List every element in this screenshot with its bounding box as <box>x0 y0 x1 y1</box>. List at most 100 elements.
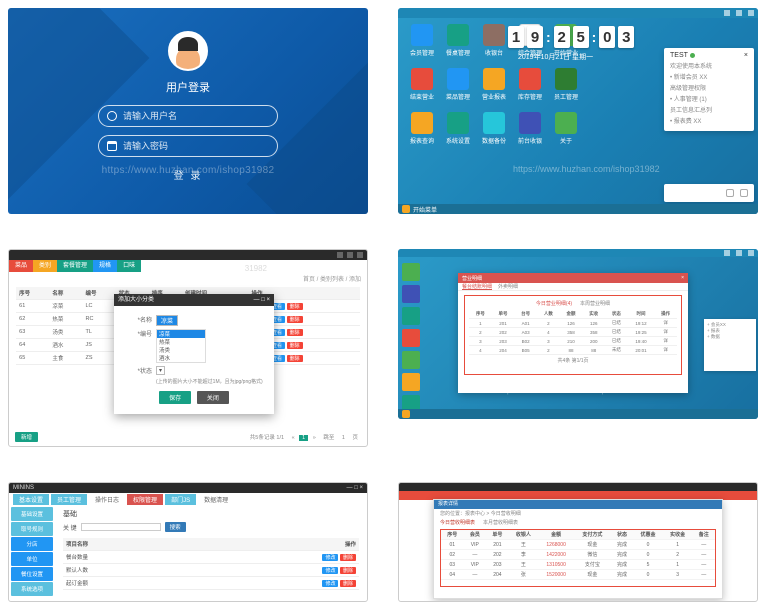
pager-next[interactable]: » <box>310 435 319 441</box>
username-input[interactable]: 请输入用户名 <box>98 105 278 127</box>
search-input[interactable] <box>81 523 161 531</box>
max-icon[interactable] <box>736 10 742 16</box>
list-option[interactable]: 热菜 <box>157 338 205 346</box>
delete-button[interactable]: 删除 <box>340 580 356 587</box>
app-icon <box>447 24 469 46</box>
notification-popup: TEST× 欢迎使用本系统 • 新增会员 XX 高级管理权限• 人事管理 (1)… <box>664 48 754 131</box>
mtab-0[interactable]: 今日营收明细表 <box>440 519 475 526</box>
sidebar-tile[interactable] <box>402 329 420 347</box>
tab-1[interactable]: 外卖明细 <box>498 283 518 290</box>
rtab-0[interactable]: 今日营业明细(4) <box>536 300 572 307</box>
app-tile[interactable]: 系统设置 <box>442 112 474 152</box>
add-button[interactable]: 新增 <box>15 432 38 442</box>
nav-item[interactable]: 员工管理 <box>51 494 87 505</box>
top-tab[interactable]: 菜品 <box>9 260 33 272</box>
cancel-button[interactable]: 关闭 <box>197 391 229 404</box>
top-tab[interactable]: 类别 <box>33 260 57 272</box>
popup-close-icon[interactable]: × <box>744 52 748 59</box>
nav-item[interactable]: 操作日志 <box>89 494 125 505</box>
sidebar-tile[interactable] <box>402 307 420 325</box>
app-tile[interactable]: 营业报表 <box>478 68 510 108</box>
side-item[interactable]: 系统选项 <box>11 582 53 596</box>
close-icon[interactable] <box>748 10 754 16</box>
list-option[interactable]: 酒水 <box>157 354 205 362</box>
tray-search-icon[interactable] <box>726 189 734 197</box>
side-item[interactable]: 分店 <box>11 537 53 551</box>
popup-item[interactable]: • 人事管理 (1) <box>670 94 748 103</box>
row-op[interactable]: 删除 <box>287 316 303 323</box>
side-item[interactable]: 基础设置 <box>11 507 53 521</box>
taskbar: 开始菜单 <box>398 204 758 214</box>
window-titlebar <box>398 8 758 18</box>
popup-item[interactable]: • 报表费 XX <box>670 116 748 125</box>
password-input[interactable]: 请输入密码 <box>98 135 278 157</box>
start-button[interactable] <box>402 205 410 213</box>
delete-button[interactable]: 删除 <box>340 554 356 561</box>
app-tile[interactable]: 报表查询 <box>406 112 438 152</box>
code-listbox[interactable]: 凉菜热菜汤类酒水 <box>156 329 206 363</box>
popup-title: TEST <box>670 52 688 59</box>
app-tile[interactable]: 会员管理 <box>406 24 438 64</box>
popup-item[interactable]: 高级管理权限 <box>670 83 748 92</box>
list-option[interactable]: 汤类 <box>157 346 205 354</box>
rtab-1[interactable]: 本周营业明细 <box>580 300 610 307</box>
start-button[interactable] <box>402 410 410 418</box>
sidebar-tile[interactable] <box>402 285 420 303</box>
avatar <box>168 31 208 71</box>
app-tile[interactable]: 收银台 <box>478 24 510 64</box>
row-op[interactable]: 删除 <box>287 303 303 310</box>
sidebar-tile[interactable] <box>402 263 420 281</box>
edit-button[interactable]: 修改 <box>322 554 338 561</box>
app-tile[interactable]: 前台收银 <box>514 112 546 152</box>
edit-button[interactable]: 修改 <box>322 580 338 587</box>
nav-item[interactable]: 权限管理 <box>127 494 163 505</box>
app-tile[interactable]: 菜品管理 <box>442 68 474 108</box>
app-tile[interactable]: 数据备份 <box>478 112 510 152</box>
top-tab[interactable]: 规格 <box>93 260 117 272</box>
dialog-close-icon[interactable]: — □ × <box>254 294 270 306</box>
row-op[interactable]: 删除 <box>287 355 303 362</box>
dialog-title: 添加大小分类 <box>118 294 154 306</box>
tray-refresh-icon[interactable] <box>740 189 748 197</box>
side-nav: 基础设置取号规则分店单位餐位设置系统选项 <box>9 505 55 601</box>
search-button[interactable]: 搜索 <box>165 522 186 532</box>
popup-item[interactable]: 员工信息汇总列 <box>670 105 748 114</box>
min-icon[interactable] <box>724 10 730 16</box>
pager-prev[interactable]: « <box>289 435 298 441</box>
list-option[interactable]: 凉菜 <box>157 330 205 338</box>
tray-popup <box>664 184 754 202</box>
side-item[interactable]: 单位 <box>11 552 53 566</box>
save-button[interactable]: 保存 <box>159 391 191 404</box>
tab-0[interactable]: 餐台结账明细 <box>462 283 492 290</box>
status-select[interactable]: ▾ <box>156 366 165 375</box>
app-tile[interactable]: 员工管理 <box>550 68 582 108</box>
edit-button[interactable]: 修改 <box>322 567 338 574</box>
row-op[interactable]: 删除 <box>287 342 303 349</box>
mtab-1[interactable]: 本月营收明细表 <box>483 519 518 526</box>
nav-item[interactable]: 数据清理 <box>198 494 234 505</box>
nav-item[interactable]: 基本设置 <box>13 494 49 505</box>
delete-button[interactable]: 删除 <box>340 567 356 574</box>
management-window: 菜品类别套餐管理规格口味 31982 首页 / 类别列表 / 添加 序号名称编号… <box>8 249 368 447</box>
sidebar-tile[interactable] <box>402 351 420 369</box>
side-item[interactable]: 取号规则 <box>11 522 53 536</box>
window-controls[interactable]: — □ × <box>347 483 363 493</box>
app-tile[interactable]: 关于 <box>550 112 582 152</box>
app-tile[interactable]: 库存管理 <box>514 68 546 108</box>
top-tab[interactable]: 套餐管理 <box>57 260 93 272</box>
app-tile[interactable]: 结束营业 <box>406 68 438 108</box>
app-label: 结束营业 <box>410 92 434 101</box>
side-item[interactable]: 餐位设置 <box>11 567 53 581</box>
popup-item[interactable]: • 新增会员 XX <box>670 72 748 81</box>
table-row: 04—204张1520000现金完成03— <box>441 570 715 580</box>
app-icon <box>447 112 469 134</box>
popup-item[interactable]: + 数据 <box>707 334 753 340</box>
inner-close-icon[interactable]: × <box>681 275 684 281</box>
pager-1[interactable]: 1 <box>299 435 308 441</box>
nav-item[interactable]: 部门JS <box>165 494 196 505</box>
app-tile[interactable]: 餐桌管理 <box>442 24 474 64</box>
top-tab[interactable]: 口味 <box>117 260 141 272</box>
row-op[interactable]: 删除 <box>287 329 303 336</box>
name-select[interactable]: 凉菜 <box>156 315 178 326</box>
sidebar-tile[interactable] <box>402 373 420 391</box>
